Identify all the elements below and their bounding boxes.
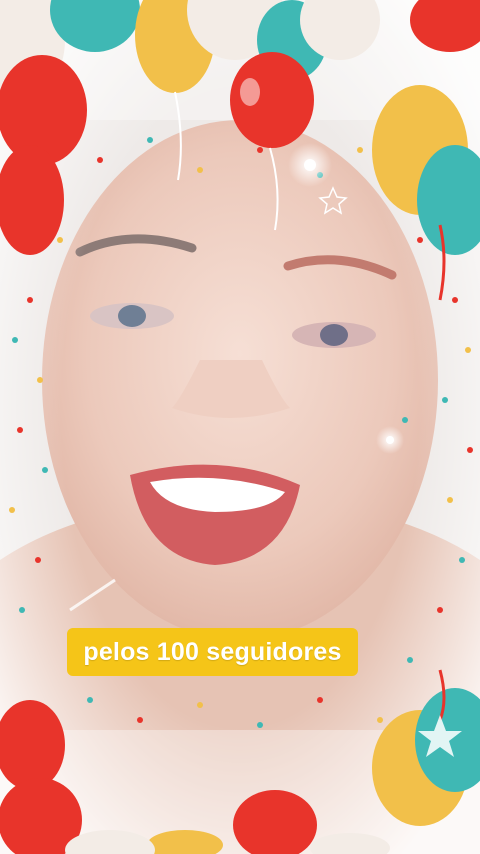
scene-illustration: [0, 0, 480, 854]
video-caption: pelos 100 seguidores: [67, 628, 358, 676]
video-frame[interactable]: pelos 100 seguidores: [0, 0, 480, 854]
